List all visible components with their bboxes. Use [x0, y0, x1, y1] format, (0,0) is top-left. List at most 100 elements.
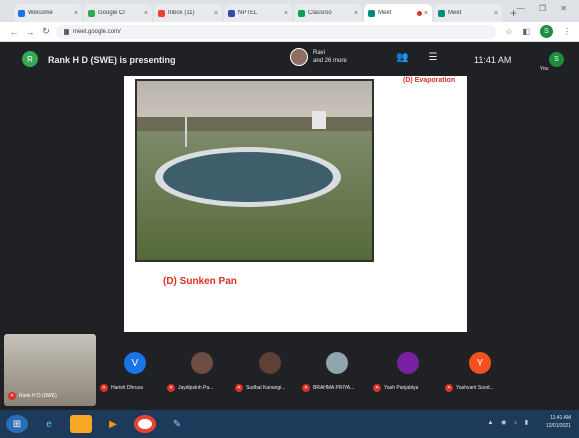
tab-favicon-icon [228, 9, 235, 17]
browser-tab[interactable]: NPTEL × [224, 4, 292, 22]
paint-icon[interactable]: ✎ [166, 415, 188, 433]
chrome-icon[interactable] [134, 415, 156, 433]
tab-title: Meet [448, 10, 462, 16]
others-count-label: Ravi and 26 more [313, 50, 347, 64]
close-tab-icon[interactable]: × [144, 10, 148, 17]
mic-off-icon: ✕ [8, 392, 16, 400]
tab-favicon-icon [298, 9, 305, 17]
participant-name: ✕ Harish Dhruva [100, 384, 170, 392]
other-participants[interactable]: Ravi and 26 more [290, 48, 347, 66]
self-label: You [540, 66, 549, 72]
close-tab-icon[interactable]: × [494, 10, 498, 17]
browser-tab[interactable]: Meet × [364, 4, 432, 22]
mic-off-icon: ✕ [235, 384, 243, 392]
presenter-avatar: R [22, 51, 38, 67]
bookmark-star-icon[interactable]: ☆ [505, 27, 512, 36]
participant-avatar [290, 48, 308, 66]
mic-off-icon: ✕ [445, 384, 453, 392]
browser-tab[interactable]: Inbox (11) × [154, 4, 222, 22]
participant-tile[interactable]: V ✕ Harish Dhruva [100, 352, 170, 402]
mic-off-icon: ✕ [167, 384, 175, 392]
participant-avatar [397, 352, 419, 374]
address-bar[interactable]: meet.google.com/ [56, 24, 496, 39]
lock-icon [64, 28, 69, 35]
self-tile-label: Rank H D (SWE) [19, 393, 57, 399]
browser-tab[interactable]: Google Cl × [84, 4, 152, 22]
participant-name: ✕ Yash Panjabiya [373, 384, 443, 392]
mic-off-icon: ✕ [373, 384, 381, 392]
tab-title: NPTEL [238, 10, 258, 16]
browser-tab[interactable]: Classroo × [294, 4, 362, 22]
participant-avatar [326, 352, 348, 374]
taskbar-time: 11:41 AM [550, 415, 571, 421]
photo-instrument-box [312, 111, 326, 129]
taskbar-date: 12/01/2021 [545, 423, 571, 429]
photo-pole [185, 117, 187, 147]
sunken-pan-photo [135, 79, 374, 262]
folder-icon[interactable] [70, 415, 92, 433]
participant-tile[interactable]: Y ✕ Yashvant Sood... [445, 352, 515, 402]
close-tab-icon[interactable]: × [74, 10, 78, 17]
browser-menu-icon[interactable]: ⋮ [563, 27, 571, 36]
participant-name-label: Jaydipsinh Pa... [178, 385, 214, 391]
slide-heading: (D) Evaporation [403, 77, 456, 84]
slide-caption: (D) Sunken Pan [163, 276, 237, 287]
tab-favicon-icon [158, 9, 165, 17]
people-icon[interactable]: 👥 [396, 52, 408, 63]
tab-title: Google Cl [98, 10, 125, 16]
media-player-icon[interactable]: ▶ [102, 415, 124, 433]
mic-off-icon: ✕ [100, 384, 108, 392]
browser-tab[interactable]: Welcome × [14, 4, 82, 22]
participant-name-label: Yashvant Sood... [456, 385, 494, 391]
tab-favicon-icon [18, 9, 25, 17]
presenting-label: Rank H D (SWE) is presenting [48, 55, 176, 65]
system-clock: 11:41 AM 12/01/2021 [546, 414, 571, 430]
participant-avatar [191, 352, 213, 374]
window-controls[interactable]: — ❐ ✕ [517, 4, 573, 13]
tab-title: Welcome [28, 10, 53, 16]
close-tab-icon[interactable]: × [214, 10, 218, 17]
participant-name-label: Yash Panjabiya [384, 385, 419, 391]
participant-avatar: V [124, 352, 146, 374]
system-tray-icons[interactable]: ▲ ◉ ♪ ▮ [488, 419, 531, 426]
mic-off-icon: ✕ [302, 384, 310, 392]
participant-tile[interactable]: ✕ BRAHMA PRIYA... [302, 352, 372, 402]
ie-icon[interactable]: e [38, 415, 60, 433]
participant-name-label: Sudhal Kanangi... [246, 385, 286, 391]
browser-toolbar: ← → ↻ meet.google.com/ ☆ ◧ S ⋮ [0, 22, 579, 42]
tab-title: Inbox (11) [168, 10, 195, 16]
chat-icon[interactable]: ☰ [428, 52, 437, 63]
start-icon[interactable]: ⊞ [6, 415, 28, 433]
participant-tile[interactable]: ✕ Jaydipsinh Pa... [167, 352, 237, 402]
header-icons: 👥 ☰ [396, 52, 437, 63]
url-text: meet.google.com/ [73, 28, 121, 35]
close-tab-icon[interactable]: × [284, 10, 288, 17]
participant-name: ✕ Jaydipsinh Pa... [167, 384, 237, 392]
profile-avatar[interactable]: S [540, 25, 553, 38]
tab-title: Classroo [308, 10, 332, 16]
participant-name: ✕ BRAHMA PRIYA... [302, 384, 372, 392]
self-avatar[interactable]: S [549, 52, 564, 67]
pan-water [163, 152, 333, 202]
close-tab-icon[interactable]: × [424, 10, 428, 17]
recording-dot-icon [416, 10, 422, 16]
participant-name-label: BRAHMA PRIYA... [313, 385, 355, 391]
browser-tab[interactable]: Meet × [434, 4, 502, 22]
tab-favicon-icon [438, 9, 445, 17]
tab-favicon-icon [368, 9, 375, 17]
toolbar-actions: ☆ ◧ S ⋮ [505, 25, 571, 38]
self-tile-name: ✕ Rank H D (SWE) [8, 392, 57, 400]
participant-tile[interactable]: ✕ Sudhal Kanangi... [235, 352, 305, 402]
participant-avatar: Y [469, 352, 491, 374]
tab-favicon-icon [88, 9, 95, 17]
tab-title: Meet [378, 10, 392, 16]
extensions-icon[interactable]: ◧ [522, 27, 530, 36]
screen: Welcome × Google Cl × Inbox (11) × NPTEL × Class… [0, 0, 579, 438]
back-icon[interactable]: ← [8, 27, 20, 37]
forward-icon[interactable]: → [24, 27, 36, 37]
participant-name-label: Harish Dhruva [111, 385, 143, 391]
meeting-clock: 11:41 AM [474, 55, 512, 65]
participant-tile[interactable]: ✕ Yash Panjabiya [373, 352, 443, 402]
close-tab-icon[interactable]: × [354, 10, 358, 17]
reload-icon[interactable]: ↻ [40, 26, 52, 37]
